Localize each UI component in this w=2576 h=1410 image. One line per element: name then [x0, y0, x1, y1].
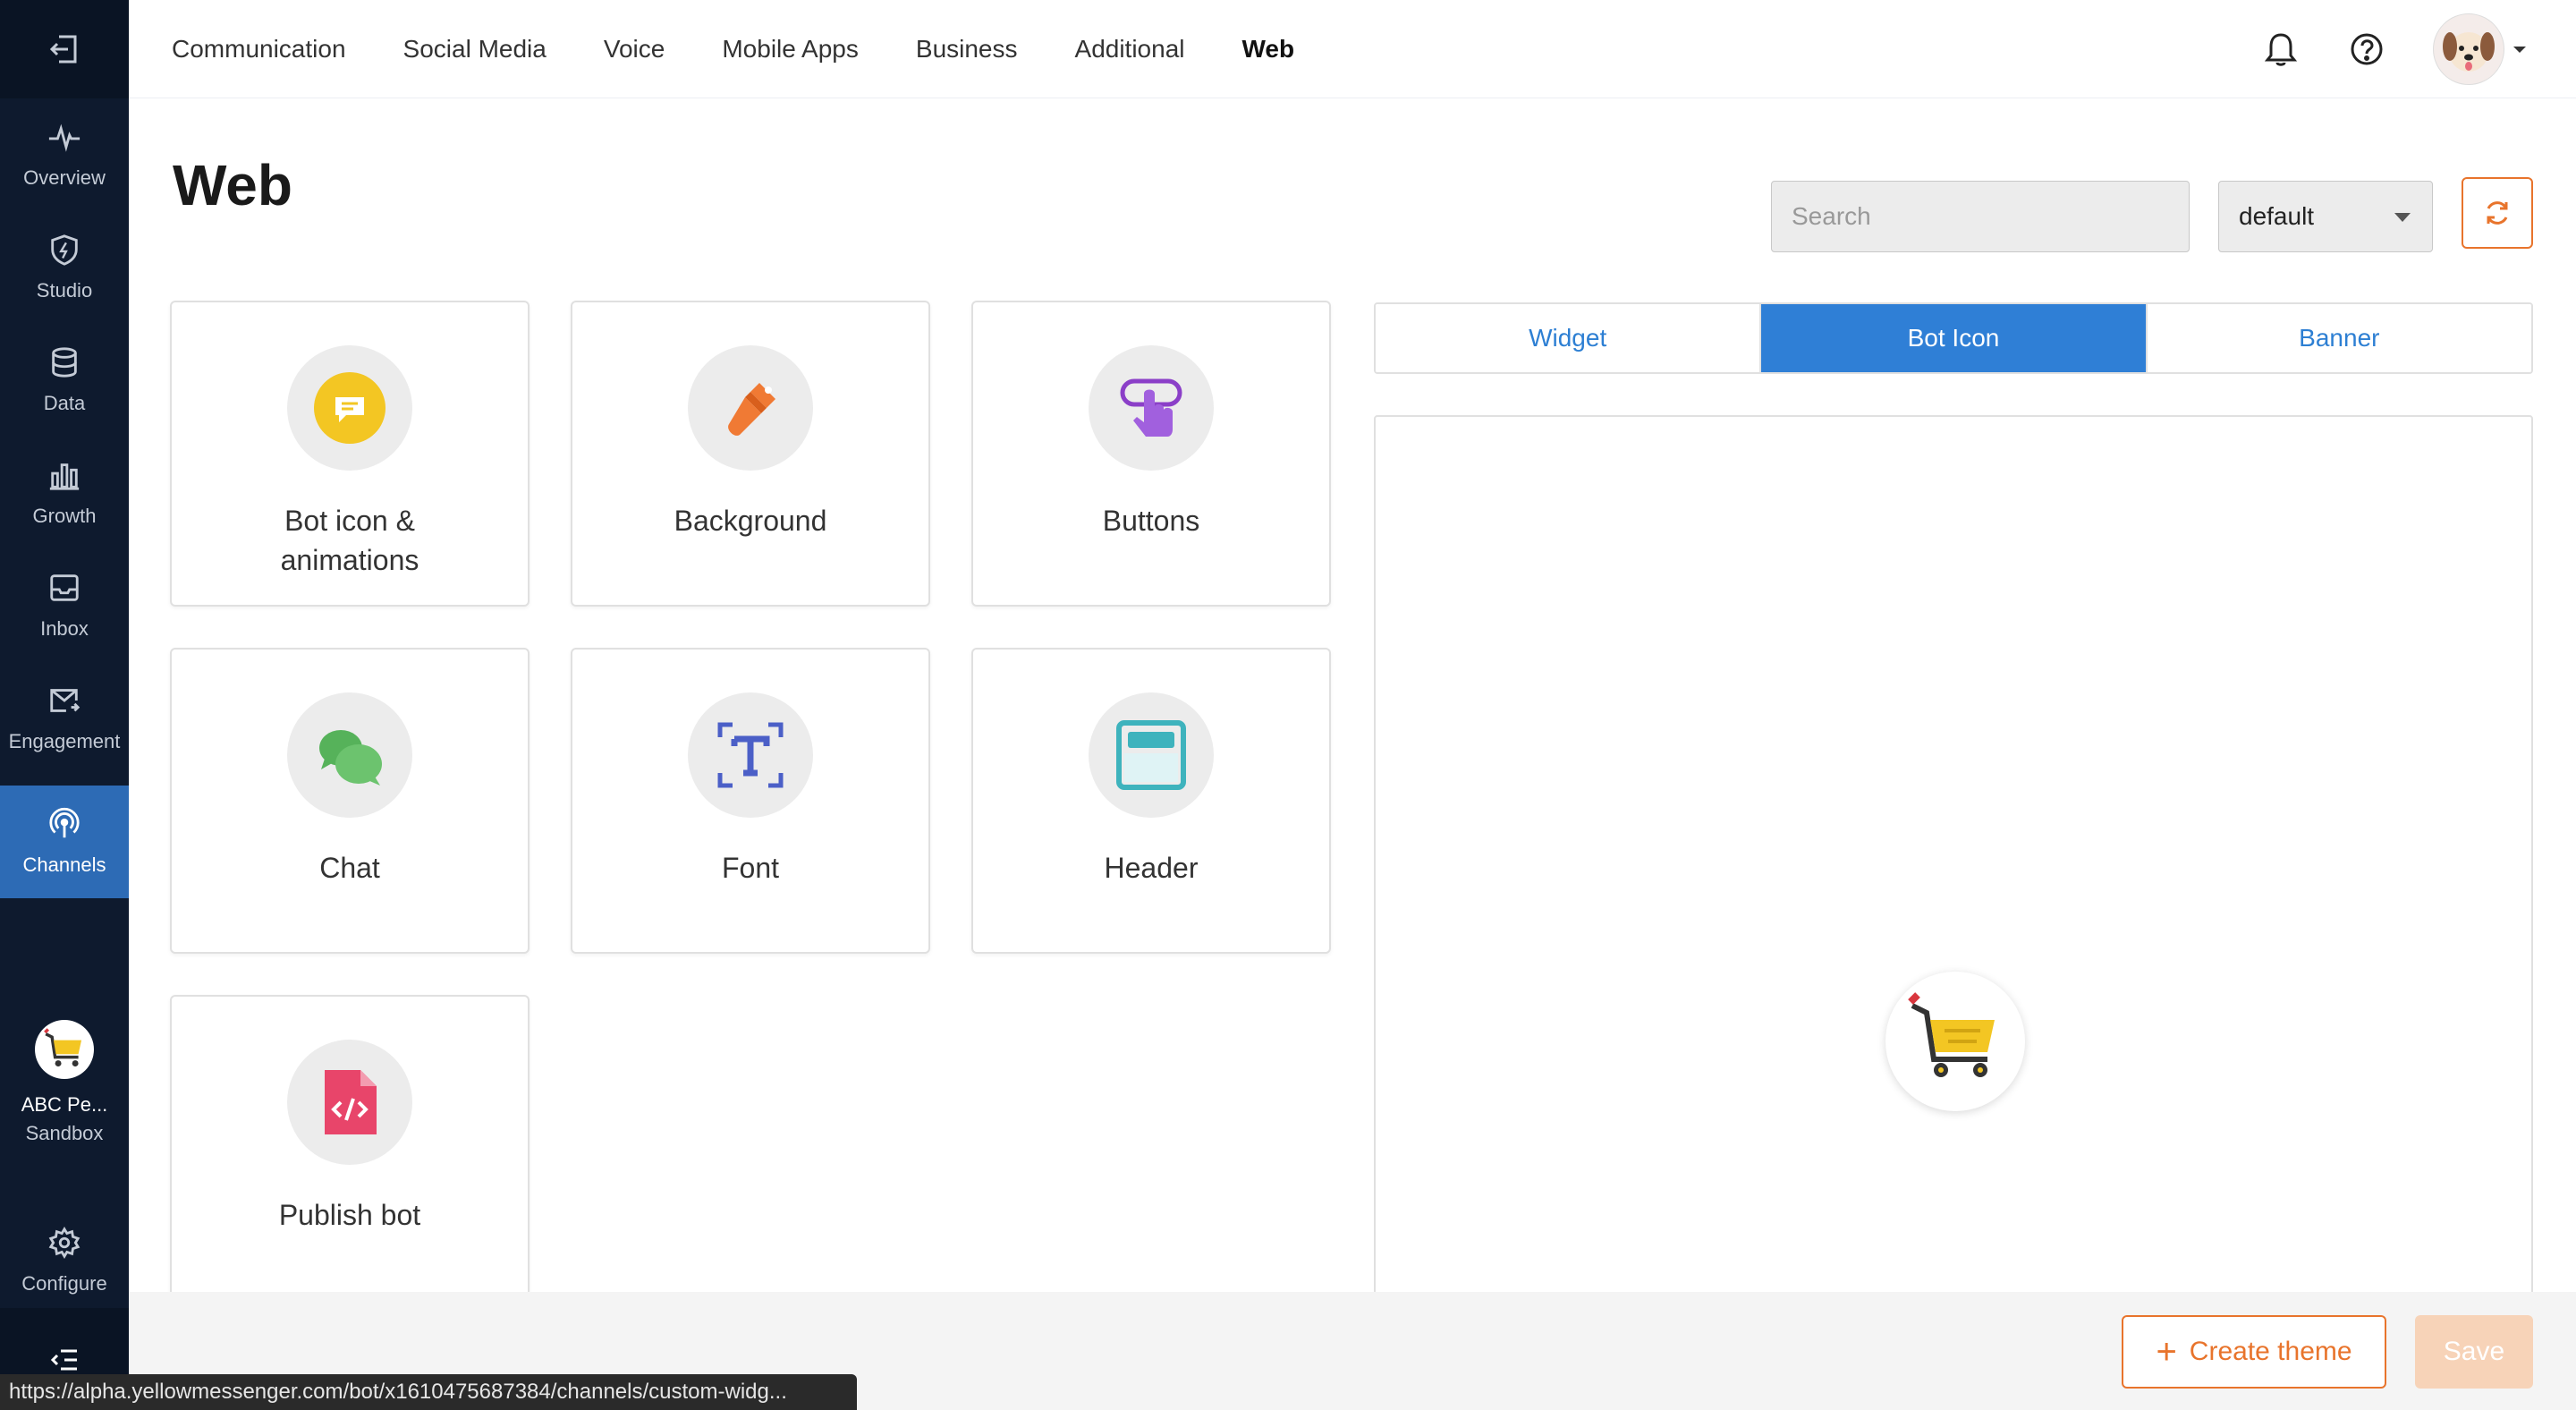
nav-actions — [2261, 0, 2576, 98]
preview-bot-icon[interactable] — [1885, 972, 2025, 1111]
save-button[interactable]: Save — [2415, 1315, 2533, 1389]
exit-icon — [49, 35, 77, 64]
code-file-icon — [325, 1070, 377, 1134]
sidebar-item-label: Inbox — [40, 617, 89, 640]
create-theme-button[interactable]: + Create theme — [2122, 1315, 2386, 1389]
tab-business[interactable]: Business — [916, 35, 1018, 64]
card-icon-circle — [688, 345, 813, 471]
chat-bubble-icon — [314, 372, 386, 444]
theme-select-value: default — [2239, 202, 2315, 230]
tab-additional[interactable]: Additional — [1075, 35, 1185, 64]
sidebar-item-label: Channels — [22, 854, 106, 876]
browser-status-url: https://alpha.yellowmessenger.com/bot/x1… — [0, 1374, 857, 1410]
card-label: Background — [674, 505, 827, 537]
chat-bubbles-icon — [319, 730, 382, 786]
card-icon-circle — [1089, 345, 1214, 471]
sidebar-item-inbox[interactable]: Inbox — [0, 549, 129, 662]
user-avatar[interactable] — [2433, 13, 2504, 85]
shopping-cart-icon — [1908, 992, 1995, 1077]
sidebar-item-engagement[interactable]: Engagement — [0, 662, 129, 775]
sidebar-item-label: Engagement — [8, 730, 121, 752]
card-icon-circle — [287, 1040, 412, 1165]
theme-select[interactable]: default — [2218, 181, 2433, 252]
sidebar-item-label: Configure — [21, 1272, 107, 1295]
preview-tabs: Widget Bot Icon Banner — [1374, 302, 2533, 374]
sidebar-item-label: Data — [43, 392, 86, 414]
card-font[interactable]: Font — [571, 648, 930, 954]
pointer-hand-icon — [1120, 378, 1182, 437]
tab-widget[interactable]: Widget — [1376, 304, 1760, 372]
sidebar-logout[interactable] — [0, 0, 129, 98]
collapse-menu-icon — [50, 1349, 77, 1371]
card-bot-icon-animations[interactable]: Bot icon & animations — [170, 301, 530, 607]
font-icon — [717, 722, 784, 788]
dog-avatar-icon — [2443, 32, 2495, 72]
card-icon-circle — [287, 692, 412, 818]
plus-icon: + — [2156, 1331, 2177, 1372]
bot-environment: Sandbox — [25, 1122, 104, 1144]
tab-bot-icon[interactable]: Bot Icon — [1759, 304, 2146, 372]
notifications-button[interactable] — [2261, 30, 2301, 69]
sidebar-item-channels[interactable]: Channels — [0, 786, 129, 898]
card-publish-bot[interactable]: Publish bot — [170, 995, 530, 1317]
card-label: Font — [721, 852, 780, 884]
card-icon-circle — [688, 692, 813, 818]
sidebar-item-label: Growth — [32, 505, 97, 527]
sidebar-item-label: Overview — [23, 166, 106, 189]
card-label: Chat — [319, 852, 380, 884]
pulse-icon — [48, 123, 80, 152]
refresh-icon — [2487, 201, 2508, 225]
gear-icon — [48, 1227, 80, 1259]
card-background[interactable]: Background — [571, 301, 930, 607]
mail-icon — [50, 689, 80, 712]
bot-avatar — [35, 1020, 94, 1079]
caret-down-icon — [2394, 213, 2411, 222]
question-circle-icon — [2351, 33, 2383, 65]
page-title: Web — [173, 153, 292, 217]
help-button[interactable] — [2347, 30, 2386, 69]
bot-switcher[interactable]: ABC Pe... Sandbox — [0, 1020, 129, 1145]
caret-down-icon[interactable] — [2513, 46, 2526, 53]
sidebar-item-studio[interactable]: Studio — [0, 211, 129, 324]
bar-chart-icon — [49, 463, 80, 490]
shield-bolt-icon — [51, 234, 78, 266]
paint-brush-icon — [728, 383, 775, 436]
header-window-icon — [1116, 720, 1186, 790]
sidebar-item-configure[interactable]: Configure — [0, 1204, 129, 1317]
database-icon — [52, 347, 77, 378]
sidebar-item-overview[interactable]: Overview — [0, 98, 129, 211]
tab-voice[interactable]: Voice — [604, 35, 665, 64]
sidebar-item-label: Studio — [36, 279, 93, 302]
bell-icon — [2264, 33, 2298, 66]
card-label: Publish bot — [278, 1199, 421, 1231]
preview-panel — [1374, 415, 2533, 1310]
refresh-button[interactable] — [2462, 177, 2533, 249]
search-input[interactable] — [1771, 181, 2190, 252]
card-label: Header — [1104, 852, 1199, 884]
card-icon-circle — [1089, 692, 1214, 818]
tab-banner[interactable]: Banner — [2145, 304, 2531, 372]
card-icon-circle — [287, 345, 412, 471]
sidebar: Overview Studio Data Growth Inbox Engage… — [0, 0, 129, 1410]
card-label: Bot icon & animations — [280, 505, 419, 576]
tab-mobile-apps[interactable]: Mobile Apps — [722, 35, 859, 64]
card-buttons[interactable]: Buttons — [971, 301, 1331, 607]
tab-social-media[interactable]: Social Media — [403, 35, 547, 64]
top-nav: Communication Social Media Voice Mobile … — [129, 0, 2576, 98]
create-theme-label: Create theme — [2189, 1337, 2352, 1366]
broadcast-icon — [49, 807, 80, 838]
shopping-cart-icon — [44, 1028, 82, 1067]
card-header[interactable]: Header — [971, 648, 1331, 954]
sidebar-item-data[interactable]: Data — [0, 324, 129, 437]
sidebar-item-growth[interactable]: Growth — [0, 437, 129, 549]
inbox-icon — [50, 574, 79, 601]
tab-web[interactable]: Web — [1242, 35, 1295, 64]
tab-communication[interactable]: Communication — [172, 35, 346, 64]
card-label: Buttons — [1102, 505, 1200, 537]
card-chat[interactable]: Chat — [170, 648, 530, 954]
bot-name: ABC Pe... — [21, 1093, 108, 1116]
